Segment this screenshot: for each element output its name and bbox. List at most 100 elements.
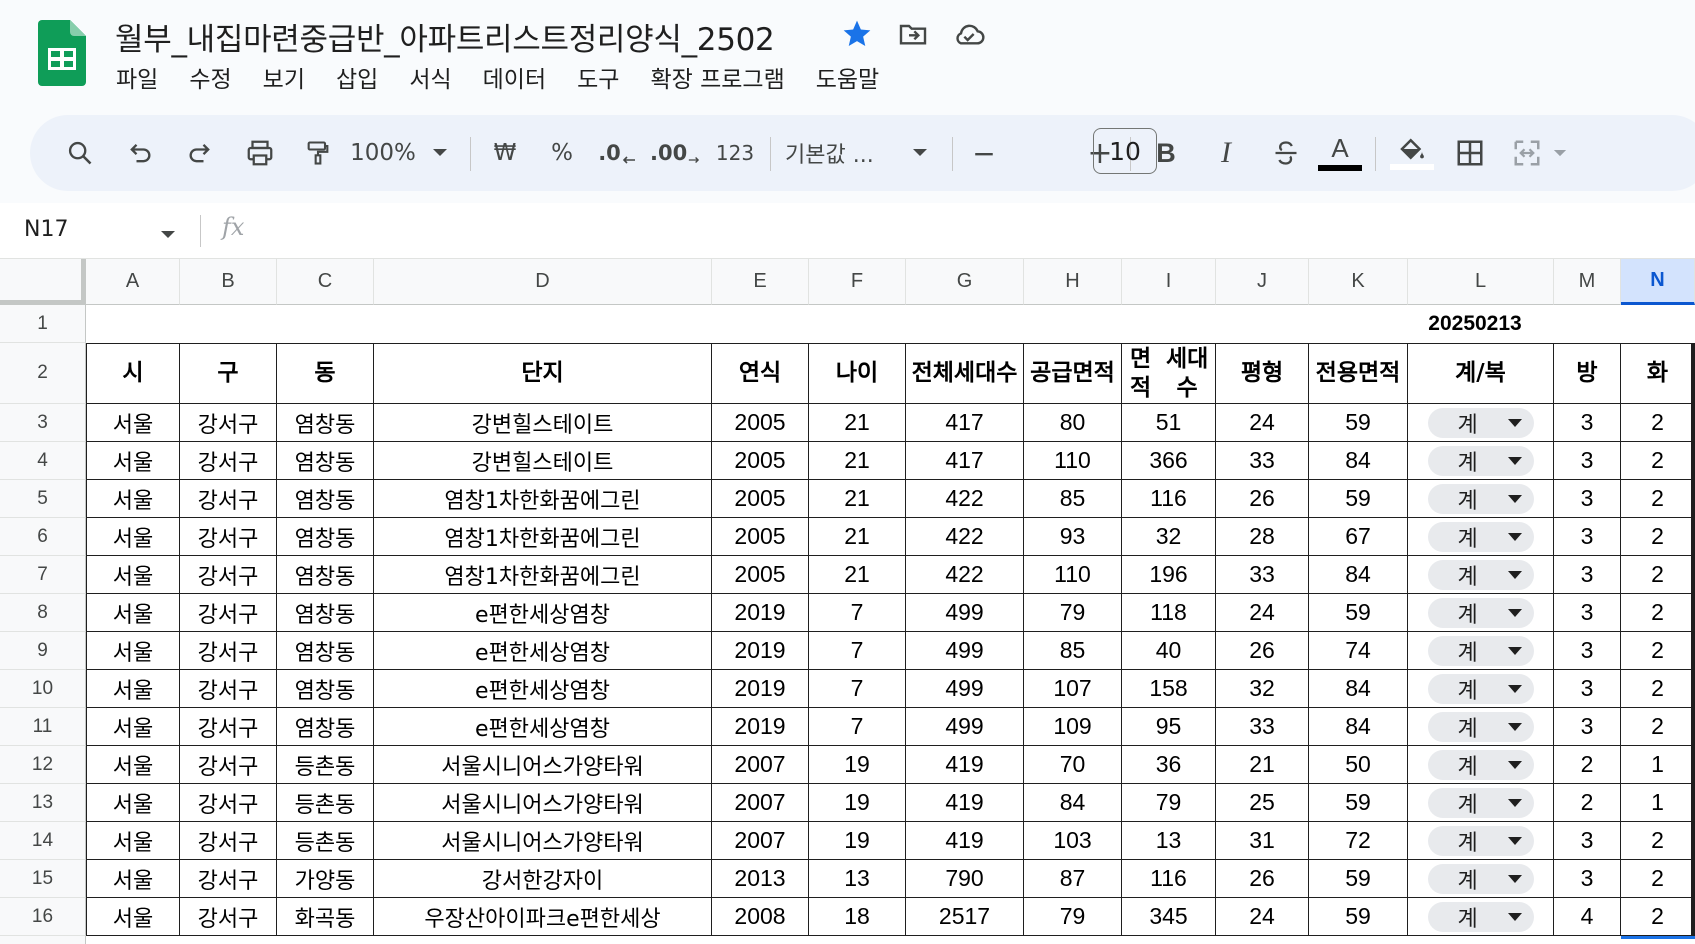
data-cell[interactable]: 서울: [86, 442, 180, 480]
data-cell[interactable]: 84: [1309, 556, 1408, 594]
header-cell[interactable]: 공급 면적: [1024, 343, 1122, 404]
column-header-C[interactable]: C: [277, 259, 374, 305]
data-cell[interactable]: 화곡동: [277, 898, 374, 936]
row-header-next[interactable]: [0, 936, 86, 944]
data-cell[interactable]: 196: [1122, 556, 1216, 594]
data-cell[interactable]: 25: [1216, 784, 1309, 822]
row-header-15[interactable]: 15: [0, 860, 86, 898]
data-cell[interactable]: 계: [1408, 860, 1554, 898]
data-cell[interactable]: 3: [1554, 556, 1621, 594]
data-cell[interactable]: 116: [1122, 480, 1216, 518]
data-cell[interactable]: 95: [1122, 708, 1216, 746]
menu-extensions[interactable]: 확장 프로그램: [650, 60, 784, 94]
data-cell[interactable]: 24: [1216, 594, 1309, 632]
data-cell[interactable]: 33: [1216, 442, 1309, 480]
data-cell[interactable]: 85: [1024, 480, 1122, 518]
data-cell[interactable]: 24: [1216, 898, 1309, 936]
row-header-5[interactable]: 5: [0, 480, 86, 518]
data-cell[interactable]: 59: [1309, 860, 1408, 898]
data-cell[interactable]: 강서구: [180, 898, 277, 936]
data-cell[interactable]: 419: [906, 822, 1024, 860]
data-cell[interactable]: 염창1차한화꿈에그린: [374, 480, 712, 518]
dropdown-chip[interactable]: 계: [1427, 787, 1534, 818]
data-cell[interactable]: 422: [906, 480, 1024, 518]
data-cell[interactable]: 서울: [86, 708, 180, 746]
data-cell[interactable]: 118: [1122, 594, 1216, 632]
menu-help[interactable]: 도움말: [816, 60, 879, 94]
undo-icon[interactable]: [120, 115, 160, 191]
row-header-16[interactable]: 16: [0, 898, 86, 936]
zoom-caret-icon[interactable]: [428, 115, 452, 191]
data-cell[interactable]: 염창동: [277, 670, 374, 708]
active-cell-indicator[interactable]: [1621, 936, 1695, 942]
data-cell[interactable]: 계: [1408, 746, 1554, 784]
data-cell[interactable]: 51: [1122, 404, 1216, 442]
data-cell[interactable]: 84: [1024, 784, 1122, 822]
data-cell[interactable]: 서울: [86, 518, 180, 556]
data-cell[interactable]: 2005: [712, 404, 809, 442]
header-cell[interactable]: 단지: [374, 343, 712, 404]
data-cell[interactable]: 서울: [86, 556, 180, 594]
header-cell[interactable]: 화: [1621, 343, 1695, 404]
data-cell[interactable]: 강서구: [180, 860, 277, 898]
column-header-D[interactable]: D: [374, 259, 712, 305]
menu-format[interactable]: 서식: [409, 60, 451, 94]
data-cell[interactable]: 110: [1024, 442, 1122, 480]
data-cell[interactable]: 40: [1122, 632, 1216, 670]
font-caret-icon[interactable]: [908, 115, 932, 191]
data-cell[interactable]: 93: [1024, 518, 1122, 556]
row-header-6[interactable]: 6: [0, 518, 86, 556]
data-cell[interactable]: 계: [1408, 518, 1554, 556]
data-cell[interactable]: 13: [809, 860, 906, 898]
dropdown-chip[interactable]: 계: [1427, 521, 1534, 552]
data-cell[interactable]: 84: [1309, 708, 1408, 746]
data-cell[interactable]: 계: [1408, 708, 1554, 746]
data-cell[interactable]: 강서구: [180, 594, 277, 632]
data-cell[interactable]: 서울: [86, 480, 180, 518]
dropdown-chip[interactable]: 계: [1427, 559, 1534, 590]
data-cell[interactable]: 강서구: [180, 822, 277, 860]
italic-button[interactable]: I: [1206, 115, 1246, 191]
header-cell[interactable]: 구: [180, 343, 277, 404]
data-cell[interactable]: 107: [1024, 670, 1122, 708]
data-cell[interactable]: 21: [809, 404, 906, 442]
data-cell[interactable]: 염창동: [277, 632, 374, 670]
data-cell[interactable]: 70: [1024, 746, 1122, 784]
data-cell[interactable]: 21: [809, 442, 906, 480]
data-cell[interactable]: 강서구: [180, 784, 277, 822]
merge-cells-icon[interactable]: [1507, 115, 1547, 191]
row-header-10[interactable]: 10: [0, 670, 86, 708]
data-cell[interactable]: 2: [1621, 822, 1695, 860]
data-cell[interactable]: 87: [1024, 860, 1122, 898]
data-cell[interactable]: 계: [1408, 442, 1554, 480]
data-cell[interactable]: 2019: [712, 594, 809, 632]
paint-format-icon[interactable]: [298, 115, 338, 191]
data-cell[interactable]: 2: [1554, 746, 1621, 784]
data-cell[interactable]: 2: [1621, 404, 1695, 442]
data-cell[interactable]: 79: [1122, 784, 1216, 822]
data-cell[interactable]: 419: [906, 784, 1024, 822]
data-cell[interactable]: 2: [1621, 898, 1695, 936]
data-cell[interactable]: 422: [906, 556, 1024, 594]
data-cell[interactable]: 33: [1216, 708, 1309, 746]
data-cell[interactable]: 염창동: [277, 442, 374, 480]
data-cell[interactable]: 59: [1309, 898, 1408, 936]
data-cell[interactable]: 2: [1621, 518, 1695, 556]
data-cell[interactable]: 2019: [712, 708, 809, 746]
data-cell[interactable]: 계: [1408, 594, 1554, 632]
data-cell[interactable]: 366: [1122, 442, 1216, 480]
data-cell[interactable]: 2: [1621, 632, 1695, 670]
zoom-select[interactable]: 100%: [343, 115, 423, 191]
data-cell[interactable]: 18: [809, 898, 906, 936]
row-header-7[interactable]: 7: [0, 556, 86, 594]
data-cell[interactable]: 3: [1554, 594, 1621, 632]
dropdown-chip[interactable]: 계: [1427, 711, 1534, 742]
data-cell[interactable]: 3: [1554, 708, 1621, 746]
data-cell[interactable]: 서울: [86, 404, 180, 442]
data-cell[interactable]: 59: [1309, 404, 1408, 442]
data-cell[interactable]: 가양동: [277, 860, 374, 898]
data-cell[interactable]: 59: [1309, 784, 1408, 822]
data-cell[interactable]: 7: [809, 708, 906, 746]
data-cell[interactable]: 강변힐스테이트: [374, 442, 712, 480]
data-cell[interactable]: 2007: [712, 822, 809, 860]
